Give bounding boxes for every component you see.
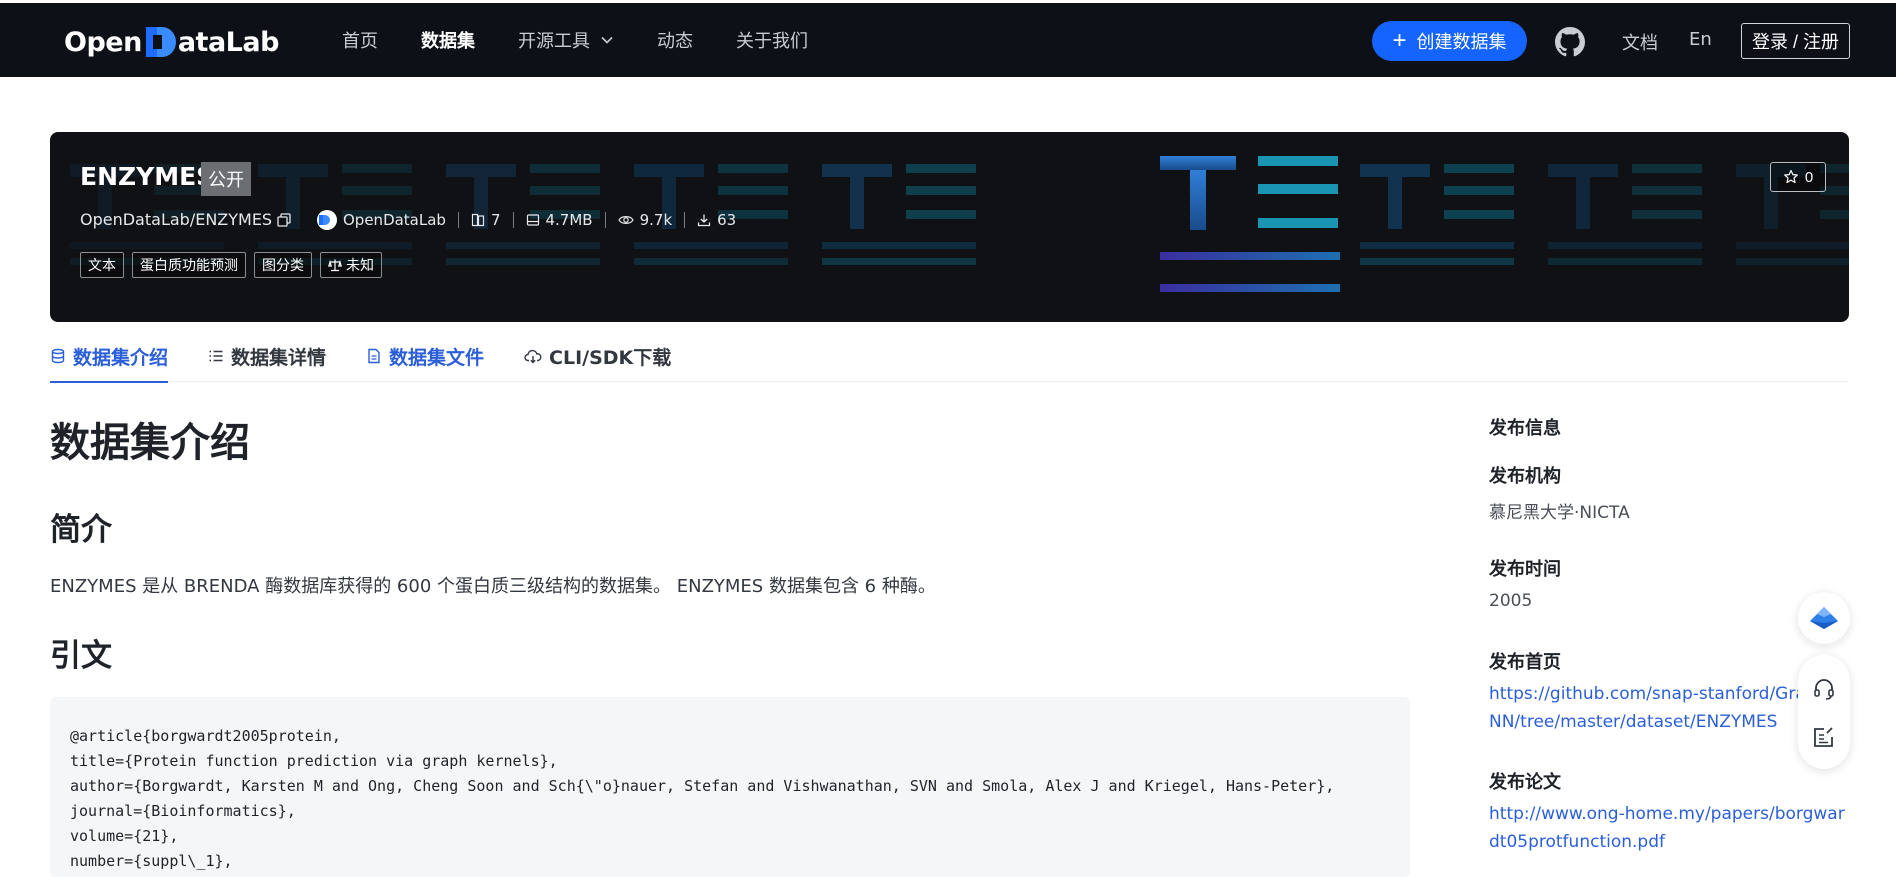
tab-cli-sdk-label: CLI/SDK下载 [549,346,672,369]
org-avatar-icon [317,210,337,230]
tab-introduction[interactable]: 数据集介绍 [50,330,169,383]
homepage-link[interactable]: https://github.com/snap-stanford/GraphRN… [1489,680,1847,736]
publisher-value: 慕尼黑大学·NICTA [1489,503,1630,523]
dataset-path-text: OpenDataLab/ENZYMES [80,210,273,229]
opendatalab-logo[interactable]: Open ataLab [64,22,279,62]
copy-icon[interactable] [276,212,292,228]
tag-license[interactable]: 未知 [320,252,382,278]
tab-introduction-label: 数据集介绍 [73,346,169,369]
mountain-logo-icon [1810,607,1838,629]
intro-text: ENZYMES 是从 BRENDA 酶数据库获得的 600 个蛋白质三级结构的数… [50,576,936,597]
tag-task[interactable]: 蛋白质功能预测 [132,252,246,278]
view-count: 9.7k [617,211,673,229]
tab-details-label: 数据集详情 [231,346,327,369]
file-icon [368,348,380,364]
meta-divider [457,212,459,228]
org-link[interactable]: OpenDataLab [317,210,446,230]
publisher-label: 发布机构 [1489,466,1561,487]
logo-text-open: Open [64,26,142,58]
scale-icon [328,259,342,272]
dataset-tabs: 数据集介绍 数据集详情 数据集文件 CLI/SDK下载 [50,330,1849,383]
assistant-float-button[interactable] [1798,592,1850,644]
org-name: OpenDataLab [343,211,446,229]
star-button[interactable]: 0 [1770,162,1826,192]
publish-info-title: 发布信息 [1489,418,1561,439]
visibility-badge: 公开 [201,162,251,196]
view-count-value: 9.7k [639,211,673,229]
cloud-download-icon [524,349,542,364]
tab-cli-sdk[interactable]: CLI/SDK下载 [524,330,671,382]
nav-open-tools[interactable]: 开源工具 [518,27,614,53]
files-count-value: 7 [490,211,501,229]
dataset-tags: 文本 蛋白质功能预测 图分类 未知 [80,252,390,278]
dataset-size: 4.7MB [526,211,593,229]
page-title: 数据集介绍 [50,420,250,466]
eye-icon [617,216,634,224]
star-icon [1783,169,1798,184]
citation-code-block[interactable]: @article{borgwardt2005protein, title={Pr… [50,697,1410,877]
nav-news[interactable]: 动态 [657,27,693,53]
files-count: 7 [471,211,501,229]
nav-home[interactable]: 首页 [342,27,378,53]
github-icon[interactable] [1555,27,1585,57]
files-icon [471,213,485,227]
download-count-value: 63 [717,211,737,229]
tab-files[interactable]: 数据集文件 [366,330,484,382]
create-dataset-button[interactable]: + 创建数据集 [1372,21,1527,61]
storage-icon [526,214,539,226]
dataset-banner: ENZYMES 公开 OpenDataLab/ENZYMES OpenDataL… [50,132,1849,322]
tag-license-label: 未知 [346,258,374,274]
top-navbar: Open ataLab 首页 数据集 开源工具 动态 关于我们 + 创建数据集 … [0,3,1896,77]
create-dataset-label: 创建数据集 [1416,32,1507,52]
paper-link[interactable]: http://www.ong-home.my/papers/borgwardt0… [1489,800,1847,856]
logo-text-datalab: ataLab [177,26,280,58]
dataset-meta: OpenDataLab 7 4.7MB 9.7k 63 [317,210,736,230]
list-icon [209,350,223,362]
nav-open-tools-label: 开源工具 [518,31,590,52]
main-nav: 首页 数据集 开源工具 动态 关于我们 [342,3,851,77]
meta-divider [512,212,514,228]
nav-docs[interactable]: 文档 [1622,29,1658,55]
language-switch[interactable]: En [1689,29,1712,50]
homepage-label: 发布首页 [1489,652,1561,673]
feedback-icon[interactable] [1812,725,1836,749]
download-icon [697,214,711,227]
logo-d-icon [144,25,176,59]
database-icon [51,348,65,364]
tab-files-label: 数据集文件 [389,346,485,369]
login-register-button[interactable]: 登录 / 注册 [1741,23,1850,59]
tag-task-2[interactable]: 图分类 [254,252,312,278]
chevron-down-icon [601,36,613,44]
plus-icon: + [1392,27,1407,54]
dataset-path: OpenDataLab/ENZYMES [80,210,292,229]
citation-heading: 引文 [50,638,112,674]
dataset-size-value: 4.7MB [545,211,593,229]
headset-icon[interactable] [1812,677,1836,701]
download-count: 63 [697,211,736,229]
meta-divider [684,212,686,228]
floating-toolbar [1798,655,1850,769]
intro-heading: 简介 [50,512,112,548]
dataset-title: ENZYMES [80,162,215,191]
tab-details[interactable]: 数据集详情 [208,330,326,382]
nav-datasets[interactable]: 数据集 [421,27,475,53]
paper-label: 发布论文 [1489,772,1561,793]
tag-modality[interactable]: 文本 [80,252,124,278]
publish-time-label: 发布时间 [1489,559,1561,580]
publish-time-value: 2005 [1489,591,1533,611]
meta-divider [604,212,606,228]
star-count: 0 [1804,168,1814,186]
nav-about[interactable]: 关于我们 [736,27,808,53]
